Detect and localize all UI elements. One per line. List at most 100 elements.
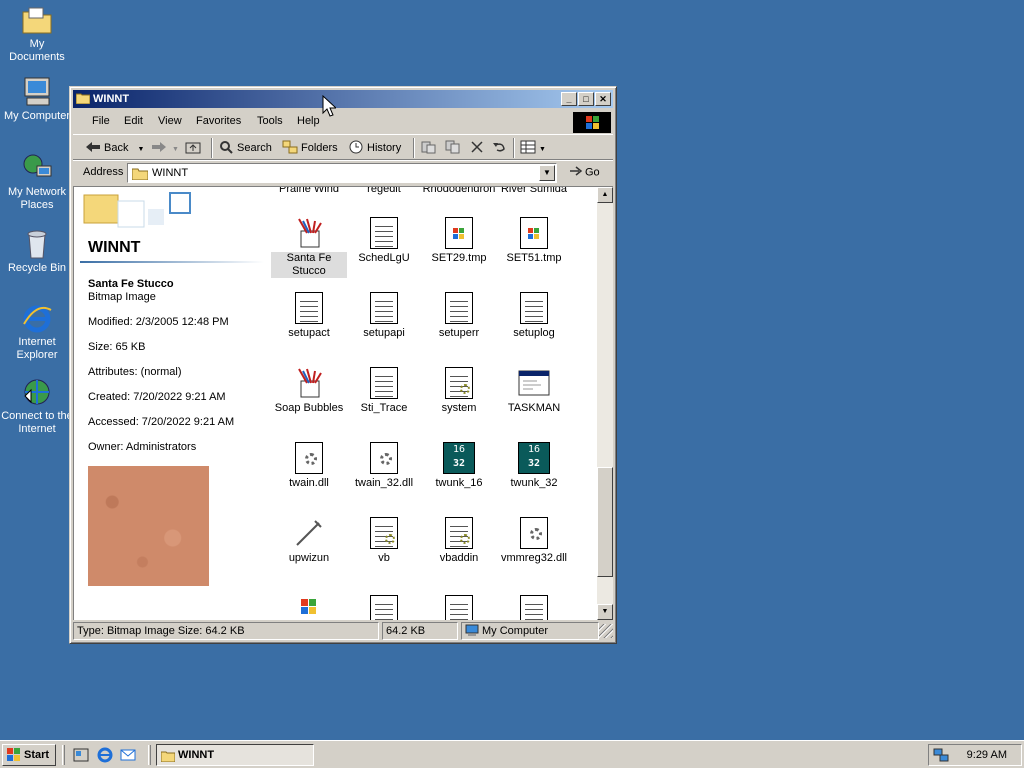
scrollbar-thumb[interactable] <box>597 467 613 577</box>
menu-help[interactable]: Help <box>297 115 320 127</box>
up-folder-button[interactable] <box>185 139 204 157</box>
views-button[interactable]: ▼ <box>520 139 546 157</box>
menu-tools[interactable]: Tools <box>257 115 283 127</box>
folders-button[interactable]: Folders <box>282 139 338 157</box>
file-item-setupact[interactable]: setupact <box>271 292 347 340</box>
copy-to-button[interactable] <box>445 139 464 157</box>
back-button[interactable]: Back ▼ <box>85 139 144 157</box>
desktop-icon-my-documents[interactable]: My Documents <box>0 4 74 64</box>
file-item-upwizun[interactable]: upwizun <box>271 517 347 565</box>
windows-file-icon <box>518 217 550 249</box>
desktop-icon-my-network-places[interactable]: My Network Places <box>0 152 74 212</box>
file-label: twunk_32 <box>510 477 558 489</box>
file-label: vmmreg32.dll <box>500 552 568 564</box>
file-item-setupapi[interactable]: setupapi <box>346 292 422 340</box>
desktop-icon-recycle-bin[interactable]: Recycle Bin <box>0 228 74 275</box>
file-item-set29-tmp[interactable]: SET29.tmp <box>421 217 497 265</box>
list-item[interactable]: regedit <box>346 187 422 195</box>
file-label: vbaddin <box>439 552 479 564</box>
menu-edit[interactable]: Edit <box>124 115 143 127</box>
file-item-twain-dll[interactable]: twain.dll <box>271 442 347 490</box>
status-info: Type: Bitmap Image Size: 64.2 KB <box>73 622 379 640</box>
file-item-set51-tmp[interactable]: SET51.tmp <box>496 217 572 265</box>
file-item-vmmreg32-dll[interactable]: vmmreg32.dll <box>496 517 572 565</box>
network-connection-icon[interactable] <box>933 747 949 763</box>
go-button[interactable]: Go <box>569 165 600 180</box>
file-item-partial[interactable] <box>271 595 347 620</box>
chevron-down-icon[interactable]: ▼ <box>539 146 546 153</box>
desktop-icon-label: My Documents <box>9 38 65 63</box>
file-item-system[interactable]: system <box>421 367 497 415</box>
file-item-partial[interactable] <box>496 595 572 620</box>
list-item[interactable]: River Sumida <box>496 187 572 195</box>
file-item-santa-fe-stucco[interactable]: Santa Fe Stucco <box>271 217 347 278</box>
search-button[interactable]: Search <box>218 139 272 157</box>
text-doc-icon <box>368 367 400 399</box>
file-label: SET29.tmp <box>431 252 487 264</box>
clock[interactable]: 9:29 AM <box>967 749 1007 761</box>
address-dropdown-button[interactable]: ▼ <box>539 165 555 181</box>
badge-top: 16 <box>452 444 466 455</box>
explorer-window: WINNT _ □ ✕ File Edit View Favorites Too… <box>69 86 617 644</box>
file-item-sti-trace[interactable]: Sti_Trace <box>346 367 422 415</box>
start-button[interactable]: Start <box>2 744 56 766</box>
file-item-twunk-32[interactable]: 16 32 twunk_32 <box>496 442 572 490</box>
internet-explorer-icon[interactable] <box>96 746 114 764</box>
file-item-twain-32-dll[interactable]: twain_32.dll <box>346 442 422 490</box>
chevron-down-icon[interactable]: ▼ <box>138 146 145 153</box>
list-item[interactable]: Rhododendron <box>421 187 497 195</box>
address-value: WINNT <box>152 167 189 179</box>
undo-button[interactable] <box>491 139 510 157</box>
wand-icon <box>293 517 325 549</box>
delete-button[interactable] <box>469 139 488 157</box>
desktop-icon-my-computer[interactable]: My Computer <box>0 76 74 123</box>
windows-logo-icon <box>573 112 611 133</box>
menu-favorites[interactable]: Favorites <box>196 115 241 127</box>
outlook-express-icon[interactable] <box>119 746 137 764</box>
menu-view[interactable]: View <box>158 115 182 127</box>
search-icon <box>218 140 234 154</box>
minimize-button[interactable]: _ <box>561 92 577 106</box>
menu-file[interactable]: File <box>92 115 110 127</box>
forward-button[interactable]: ▼ <box>151 139 179 157</box>
title-bar[interactable]: WINNT _ □ ✕ <box>73 90 613 108</box>
history-button[interactable]: History <box>348 139 401 157</box>
desktop-icon-internet-explorer[interactable]: Internet Explorer <box>0 302 74 362</box>
file-item-partial[interactable] <box>421 595 497 620</box>
list-item[interactable]: Prairie Wind <box>271 187 347 195</box>
file-item-twunk-16[interactable]: 16 32 twunk_16 <box>421 442 497 490</box>
chevron-down-icon[interactable]: ▼ <box>172 146 179 153</box>
close-button[interactable]: ✕ <box>595 92 611 106</box>
show-desktop-icon[interactable] <box>72 746 90 764</box>
maximize-button[interactable]: □ <box>578 92 594 106</box>
toolbar-separator <box>513 138 515 158</box>
history-label: History <box>367 142 402 154</box>
file-item-setuperr[interactable]: setuperr <box>421 292 497 340</box>
taskbar-button-label: WINNT <box>178 749 215 761</box>
file-item-schedlgu[interactable]: SchedLgU <box>346 217 422 265</box>
config-doc-icon <box>368 595 400 620</box>
resize-grip-icon[interactable] <box>599 624 613 638</box>
toolbar-grip[interactable] <box>62 745 65 765</box>
twain-32-icon: 16 32 <box>518 442 550 474</box>
file-item-soap-bubbles[interactable]: Soap Bubbles <box>271 367 347 415</box>
file-item-taskman[interactable]: TASKMAN <box>496 367 572 415</box>
file-item-vbaddin[interactable]: vbaddin <box>421 517 497 565</box>
vertical-scrollbar[interactable]: ▲ ▼ <box>597 187 613 620</box>
address-input[interactable]: WINNT ▼ <box>127 163 557 183</box>
text-doc-icon <box>443 292 475 324</box>
text-doc-icon <box>368 292 400 324</box>
file-item-setuplog[interactable]: setuplog <box>496 292 572 340</box>
search-label: Search <box>237 142 272 154</box>
window-title: WINNT <box>93 93 130 105</box>
taskbar-button-winnt[interactable]: WINNT <box>156 744 314 766</box>
file-item-vb[interactable]: vb <box>346 517 422 565</box>
scroll-down-button[interactable]: ▼ <box>597 604 613 620</box>
scroll-up-button[interactable]: ▲ <box>597 187 613 203</box>
badge-bottom: 32 <box>452 458 466 469</box>
file-item-partial[interactable] <box>346 595 422 620</box>
toolbar-grip[interactable] <box>148 745 151 765</box>
move-to-button[interactable] <box>421 139 440 157</box>
desktop-icon-connect-to-internet[interactable]: Connect to the Internet <box>0 376 74 436</box>
start-label: Start <box>24 749 50 761</box>
